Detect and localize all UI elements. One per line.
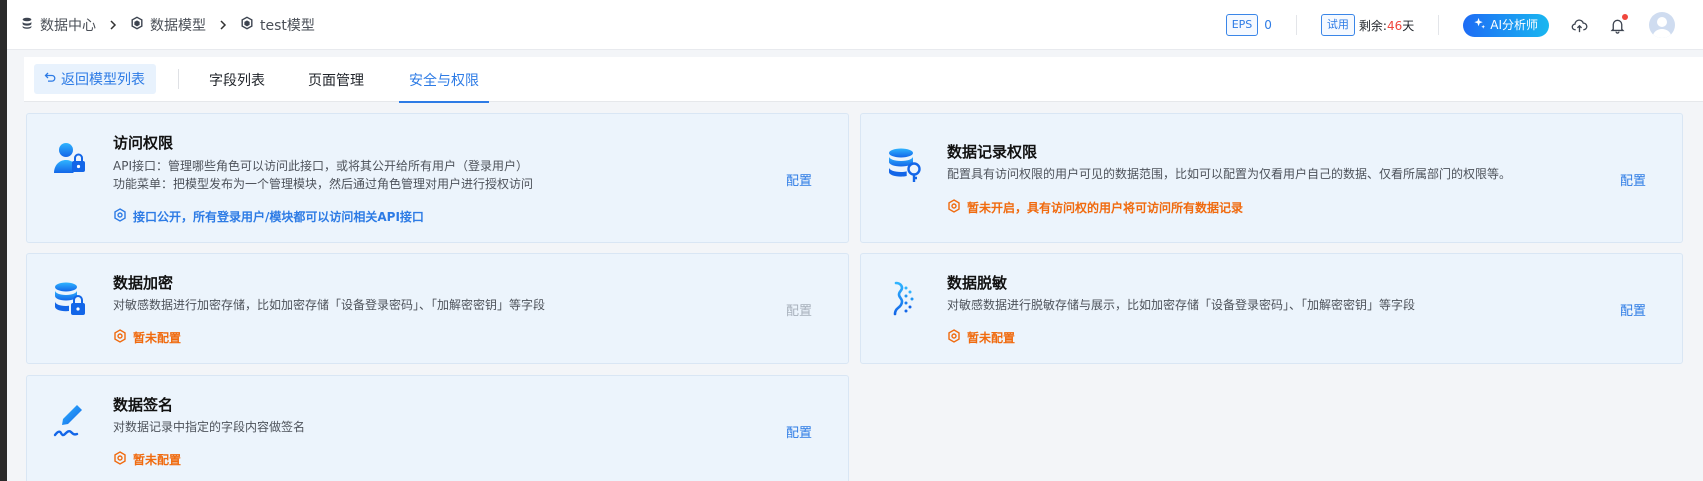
header-actions: EPS 0 试用 剩余:46天 AI分析师 bbox=[1225, 0, 1703, 50]
back-to-model-list-button[interactable]: 返回模型列表 bbox=[34, 64, 156, 94]
back-button-label: 返回模型列表 bbox=[61, 72, 145, 88]
settings-hex-icon bbox=[947, 329, 961, 346]
status-text: 暂未配置 bbox=[133, 453, 182, 467]
app-frame: 数据中心 数据模型 test模型 EPS 0 试用 剩余:46天 AI分析师 返… bbox=[7, 0, 1703, 481]
remaining-days: 46 bbox=[1386, 18, 1403, 33]
tab-bar: 返回模型列表 字段列表 页面管理 安全与权限 bbox=[24, 57, 1703, 103]
sparkle-icon bbox=[1473, 17, 1486, 34]
breadcrumb-label: 数据模型 bbox=[150, 17, 206, 34]
top-header: 数据中心 数据模型 test模型 EPS 0 试用 剩余:46天 AI分析师 bbox=[7, 0, 1703, 50]
status-text: 暂未配置 bbox=[133, 331, 182, 345]
card-description-line: 对数据记录中指定的字段内容做签名 bbox=[113, 420, 306, 434]
tab-security-permissions[interactable]: 安全与权限 bbox=[399, 57, 489, 103]
settings-hex-icon bbox=[113, 208, 127, 225]
card-description-line: 功能菜单：把模型发布为一个管理模块，然后通过角色管理对用户进行授权访问 bbox=[113, 177, 534, 191]
ai-button-label: AI分析师 bbox=[1490, 18, 1538, 32]
database-icon bbox=[20, 16, 34, 34]
breadcrumb: 数据中心 数据模型 test模型 bbox=[7, 15, 315, 35]
card-description-line: 配置具有访问权限的用户可见的数据范围，比如可以配置为仅看用户自己的数据、仅看所属… bbox=[947, 167, 1512, 181]
return-arrow-icon bbox=[44, 71, 56, 87]
configure-button[interactable]: 配置 bbox=[1620, 170, 1646, 189]
remaining-suffix: 天 bbox=[1402, 18, 1415, 33]
remaining-prefix: 剩余: bbox=[1358, 18, 1387, 33]
data-masking-icon bbox=[885, 280, 923, 318]
chevron-right-icon bbox=[108, 19, 118, 30]
settings-hex-icon bbox=[947, 199, 961, 216]
breadcrumb-label: 数据中心 bbox=[40, 17, 96, 34]
breadcrumb-item-current-model: test模型 bbox=[240, 15, 315, 35]
trial-badge[interactable]: 试用 bbox=[1320, 14, 1355, 36]
card-data-signature: 数据签名 对数据记录中指定的字段内容做签名 暂未配置 配置 bbox=[26, 375, 849, 481]
card-title: 访问权限 bbox=[113, 134, 174, 152]
bell-icon[interactable] bbox=[1607, 14, 1628, 35]
eps-badge[interactable]: EPS bbox=[1225, 14, 1259, 36]
divider bbox=[1438, 15, 1440, 35]
card-title: 数据脱敏 bbox=[947, 274, 1008, 292]
card-description-line: 对敏感数据进行加密存储，比如加密存储「设备登录密码」、「加解密密钥」等字段 bbox=[113, 298, 546, 312]
card-title: 数据加密 bbox=[113, 274, 174, 292]
cloud-upload-icon[interactable] bbox=[1569, 15, 1589, 35]
settings-hex-icon bbox=[113, 329, 127, 346]
card-data-masking: 数据脱敏 对敏感数据进行脱敏存储与展示，比如加密存储「设备登录密码」、「加解密密… bbox=[860, 253, 1683, 364]
trial-remaining: 剩余:46天 bbox=[1359, 17, 1414, 34]
divider bbox=[1295, 15, 1297, 35]
settings-hex-icon bbox=[113, 451, 127, 468]
configure-button[interactable]: 配置 bbox=[1620, 300, 1646, 319]
divider bbox=[178, 69, 179, 89]
card-access-permission: 访问权限 API接口：管理哪些角色可以访问此接口，或将其公开给所有用户（登录用户… bbox=[26, 113, 849, 243]
status-text: 接口公开，所有登录用户/模块都可以访问相关API接口 bbox=[133, 210, 424, 224]
card-data-record-permission: 数据记录权限 配置具有访问权限的用户可见的数据范围，比如可以配置为仅看用户自己的… bbox=[860, 113, 1683, 243]
configure-button[interactable]: 配置 bbox=[786, 422, 812, 441]
cube-icon bbox=[240, 16, 254, 34]
configure-button[interactable]: 配置 bbox=[786, 170, 812, 189]
card-data-encryption: 数据加密 对敏感数据进行加密存储，比如加密存储「设备登录密码」、「加解密密钥」等… bbox=[26, 253, 849, 364]
card-status: 暂未开启，具有访问权的用户将可访问所有数据记录 bbox=[947, 199, 1243, 216]
card-status: 暂未配置 bbox=[113, 329, 181, 346]
status-text: 暂未开启，具有访问权的用户将可访问所有数据记录 bbox=[967, 201, 1244, 215]
user-lock-icon bbox=[51, 139, 89, 177]
status-text: 暂未配置 bbox=[967, 331, 1016, 345]
database-lock-icon bbox=[51, 280, 89, 318]
notification-dot bbox=[1622, 14, 1628, 20]
card-title: 数据签名 bbox=[113, 396, 174, 414]
tab-field-list[interactable]: 字段列表 bbox=[209, 57, 265, 102]
card-status: 暂未配置 bbox=[947, 329, 1015, 346]
database-key-icon bbox=[885, 146, 923, 184]
breadcrumb-item-data-center[interactable]: 数据中心 bbox=[20, 15, 96, 35]
configure-button[interactable]: 配置 bbox=[786, 300, 812, 319]
breadcrumb-item-data-model[interactable]: 数据模型 bbox=[130, 15, 206, 35]
tab-page-management[interactable]: 页面管理 bbox=[308, 57, 364, 102]
eps-value: 0 bbox=[1264, 18, 1272, 32]
avatar[interactable] bbox=[1649, 12, 1675, 38]
cube-icon bbox=[130, 16, 144, 34]
card-status: 接口公开，所有登录用户/模块都可以访问相关API接口 bbox=[113, 208, 424, 225]
card-status: 暂未配置 bbox=[113, 451, 181, 468]
card-description-line: API接口：管理哪些角色可以访问此接口，或将其公开给所有用户（登录用户） bbox=[113, 159, 528, 173]
card-description-line: 对敏感数据进行脱敏存储与展示，比如加密存储「设备登录密码」、「加解密密钥」等字段 bbox=[947, 298, 1416, 312]
pen-signature-icon bbox=[51, 402, 89, 440]
card-title: 数据记录权限 bbox=[947, 143, 1038, 161]
ai-analyst-button[interactable]: AI分析师 bbox=[1463, 13, 1549, 37]
breadcrumb-label: test模型 bbox=[260, 17, 315, 34]
chevron-right-icon bbox=[218, 19, 228, 30]
